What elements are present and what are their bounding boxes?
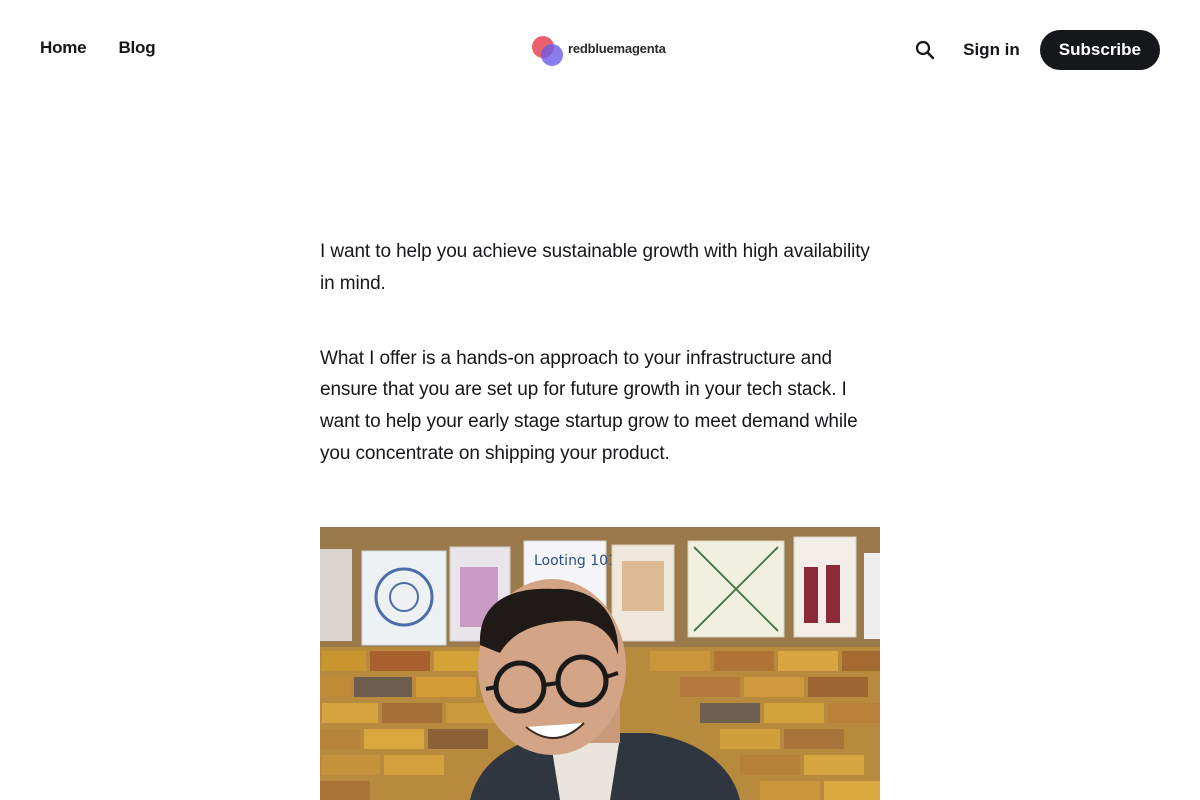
author-photo-image: Looting 101: [320, 527, 880, 800]
header-actions: Sign in Subscribe: [913, 30, 1160, 70]
site-logo[interactable]: redbluemagenta: [530, 32, 666, 68]
article-paragraph: I want to help you achieve sustainable g…: [320, 241, 870, 294]
nav-blog-link[interactable]: Blog: [118, 38, 155, 58]
logo-mark-icon: [532, 36, 563, 66]
logo-text: redbluemagenta: [568, 41, 666, 56]
site-header: Home Blog redbluemagenta Sign in Subscri…: [0, 0, 1200, 100]
article-content: I want to help you achieve sustainable g…: [320, 236, 880, 470]
author-photo: Looting 101: [320, 527, 880, 800]
signin-link[interactable]: Sign in: [963, 40, 1020, 60]
primary-nav: Home Blog: [40, 38, 156, 58]
article-paragraph: What I offer is a hands-on approach to y…: [320, 347, 858, 464]
svg-text:Looting 101: Looting 101: [534, 553, 617, 569]
search-button[interactable]: [913, 38, 937, 62]
nav-home-link[interactable]: Home: [40, 38, 87, 58]
subscribe-button[interactable]: Subscribe: [1039, 30, 1160, 70]
search-icon: [916, 40, 935, 60]
